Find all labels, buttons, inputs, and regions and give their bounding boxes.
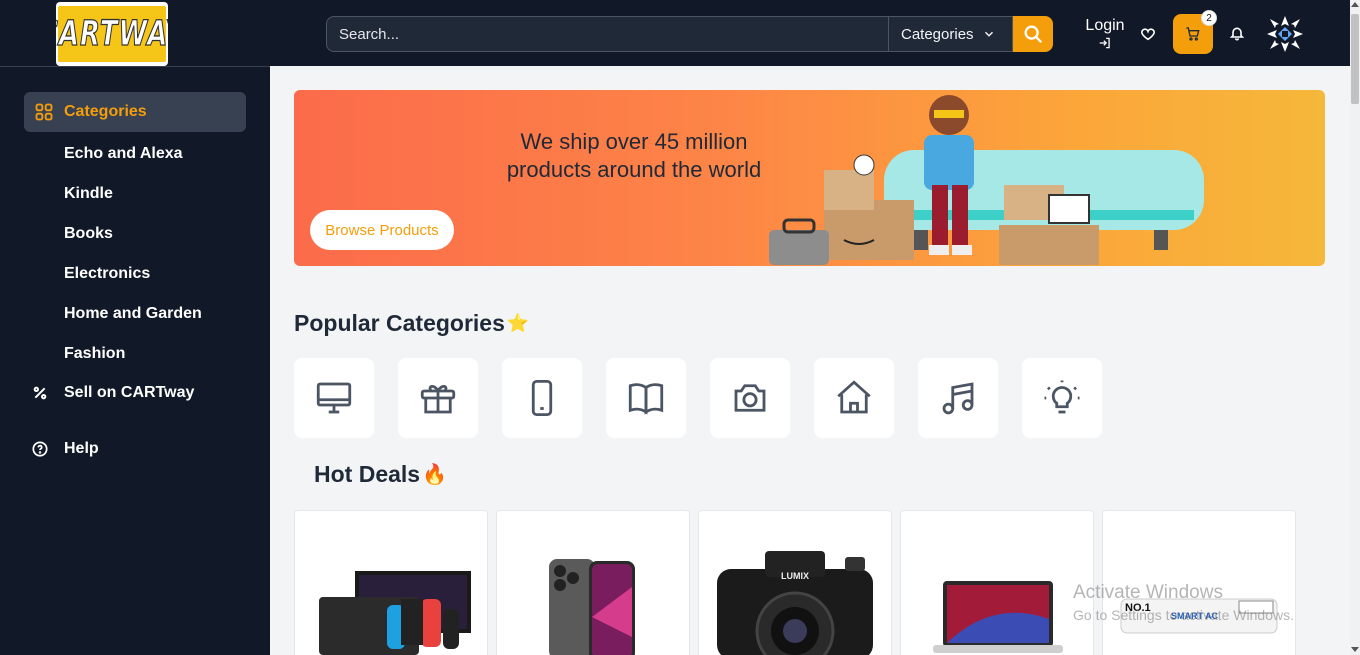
search-icon [1024,25,1043,44]
fire-icon: 🔥 [422,464,447,486]
login-button[interactable]: Login [1082,17,1128,50]
scroll-down-arrow-icon[interactable] [1351,647,1359,652]
hero-banner: We ship over 45 million products around … [294,90,1325,266]
deal-card-iphone[interactable] [496,510,690,655]
sidebar: Categories Echo and Alexa Kindle Books E… [0,66,270,655]
sidebar-item-label: Sell on CARTway [64,384,195,401]
lightbulb-icon [1044,380,1080,414]
lumix-camera-image: LUMIX [717,551,873,655]
monitor-icon [316,382,352,414]
deal-card-lumix-camera[interactable]: LUMIX [698,510,892,655]
sidebar-item-kindle[interactable]: Kindle [64,185,113,203]
category-tile-music[interactable] [918,358,998,438]
sidebar-item-fashion[interactable]: Fashion [64,345,125,363]
book-icon [628,383,664,415]
category-tile-home[interactable] [814,358,894,438]
top-header: CARTWAY Categories Login 2 [0,0,1350,66]
sidebar-item-label: Categories [64,103,147,120]
cart-count-badge: 2 [1201,10,1217,26]
cartway-logo[interactable]: CARTWAY [56,2,168,66]
sidebar-item-categories[interactable]: Categories [24,92,246,132]
categories-dropdown-label: Categories [901,25,974,43]
sidebar-item-help[interactable]: Help [32,440,99,458]
category-tile-cameras[interactable] [710,358,790,438]
wishlist-heart-icon[interactable] [1140,26,1156,42]
hot-deals-heading: Hot Deals 🔥 [314,461,447,487]
percent-icon [33,386,47,400]
scroll-up-arrow-icon[interactable] [1351,2,1359,7]
sidebar-item-electronics[interactable]: Electronics [64,265,150,283]
category-tile-electronics[interactable] [294,358,374,438]
deal-card-nintendo-switch[interactable] [294,510,488,655]
sidebar-item-label: Help [64,440,99,457]
notification-bell-icon[interactable] [1229,25,1245,41]
deal-card-macbook[interactable] [900,510,1094,655]
popular-categories-heading: Popular Categories ⭐ [294,310,530,336]
sidebar-item-sell[interactable]: Sell on CARTway [32,384,194,402]
camera-icon [734,384,766,412]
gift-icon [420,385,456,414]
scrollbar-thumb[interactable] [1351,14,1359,104]
cart-icon [1186,27,1200,41]
help-circle-icon [32,441,48,457]
nintendo-switch-image [319,571,471,655]
logo-text: CARTWAY [56,13,168,55]
categories-dropdown[interactable]: Categories [888,16,1013,52]
category-tile-lighting[interactable] [1022,358,1102,438]
grid-icon [35,103,53,121]
sidebar-item-home-and-garden[interactable]: Home and Garden [64,305,202,323]
page-scrollbar[interactable] [1350,0,1360,655]
home-icon [837,380,871,414]
smartphone-icon [531,379,553,417]
banner-illustration [769,95,1204,265]
camera-brand-text: LUMIX [781,571,809,581]
chevron-down-icon [984,31,993,37]
category-tile-books[interactable] [606,358,686,438]
iphone-image [549,559,635,655]
user-avatar[interactable] [1264,13,1306,55]
category-tile-gifts[interactable] [398,358,478,438]
sidebar-item-books[interactable]: Books [64,225,113,243]
activate-windows-watermark: Activate Windows Go to Settings to activ… [1073,582,1294,623]
star-icon: ⭐ [506,313,530,333]
sidebar-item-echo-and-alexa[interactable]: Echo and Alexa [64,145,183,163]
search-input[interactable] [326,16,888,52]
search-button[interactable] [1013,16,1053,52]
category-tile-phones[interactable] [502,358,582,438]
browse-products-button[interactable]: Browse Products [310,210,454,250]
login-icon [1099,37,1110,49]
macbook-image [933,581,1063,653]
login-label: Login [1085,17,1125,34]
search-bar: Categories [326,16,1053,52]
music-icon [942,382,974,415]
banner-headline: We ship over 45 million products around … [506,129,762,182]
